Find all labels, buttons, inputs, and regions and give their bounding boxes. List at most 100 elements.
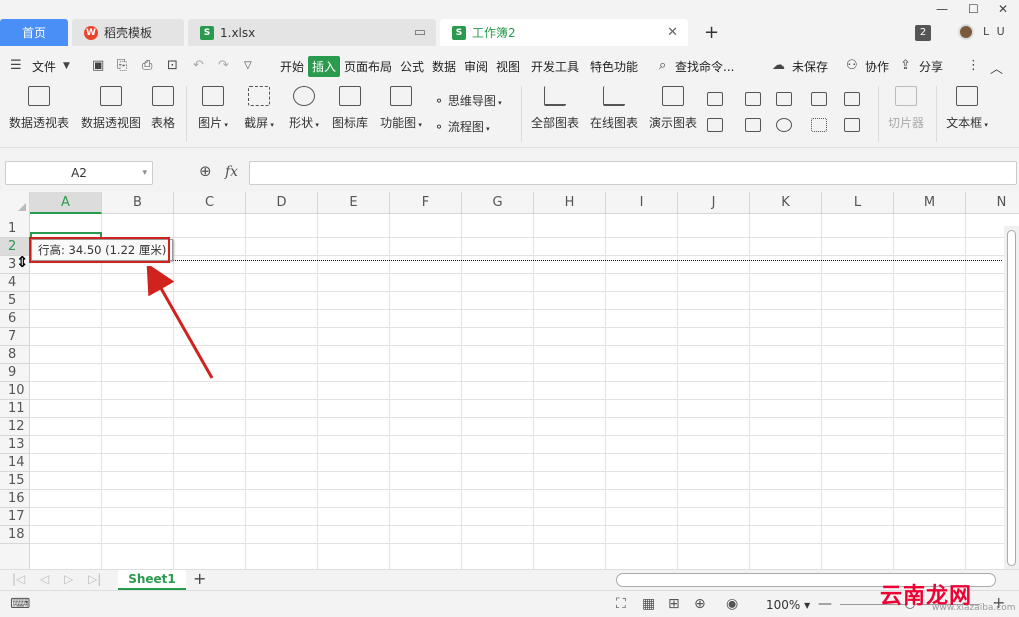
redo-icon[interactable]: ↷ (218, 58, 229, 73)
row-header[interactable]: 8 (0, 346, 30, 364)
scrollbar-thumb[interactable] (1007, 230, 1016, 566)
column-header[interactable]: M (894, 192, 966, 214)
user-name[interactable]: L U (983, 25, 1007, 38)
menu-review[interactable]: 审阅 (464, 58, 488, 75)
scatter-chart-icon[interactable] (811, 118, 827, 132)
menu-insert[interactable]: 插入 (308, 56, 341, 77)
stock-chart-icon[interactable] (707, 118, 723, 132)
eye-protection-icon[interactable]: ◉ (726, 596, 738, 612)
menu-developer[interactable]: 开发工具 (531, 58, 579, 75)
row-header[interactable]: 7 (0, 328, 30, 346)
row-header[interactable]: 17 (0, 508, 30, 526)
column-header[interactable]: H (534, 192, 606, 214)
other-chart-icon[interactable] (844, 118, 860, 132)
zoom-out-icon[interactable]: — (818, 596, 832, 612)
menu-data[interactable]: 数据 (432, 58, 456, 75)
new-tab-button[interactable]: + (704, 22, 719, 43)
zoom-lookup-icon[interactable]: ⊕ (199, 162, 212, 180)
fullscreen-icon[interactable]: ⛶ (616, 596, 626, 612)
screenshot-button[interactable]: 截屏 ▾ (239, 86, 279, 131)
shape-button[interactable]: 形状 ▾ (284, 86, 324, 131)
menu-file[interactable]: 文件 (32, 58, 56, 75)
column-chart-icon[interactable] (707, 92, 723, 106)
menu-view[interactable]: 视图 (496, 58, 520, 75)
last-sheet-icon[interactable]: ▷| (88, 572, 101, 586)
row-header[interactable]: 13 (0, 436, 30, 454)
formula-input[interactable] (249, 161, 1017, 185)
row-header[interactable]: 4 (0, 274, 30, 292)
pivot-table-button[interactable]: 数据透视表 (6, 86, 72, 131)
print-icon[interactable]: ⎙ (142, 58, 152, 73)
chevron-down-icon[interactable]: ▼ (63, 61, 70, 71)
quick-access-dropdown-icon[interactable]: ▽ (244, 60, 252, 71)
row-header[interactable]: 18 (0, 526, 30, 544)
format-painter-icon[interactable]: ⎘ (117, 58, 127, 73)
column-header[interactable]: F (390, 192, 462, 214)
maximize-icon[interactable]: ☐ (968, 2, 979, 16)
slicer-button[interactable]: 切片器 (884, 86, 928, 131)
command-search[interactable]: 查找命令... (675, 58, 734, 75)
normal-view-icon[interactable]: ▦ (642, 596, 655, 612)
picture-button[interactable]: 图片 ▾ (193, 86, 233, 131)
collapse-ribbon-icon[interactable]: ︿ (990, 58, 1003, 77)
column-header[interactable]: L (822, 192, 894, 214)
undo-icon[interactable]: ↶ (193, 58, 204, 73)
monitor-icon[interactable]: ▭ (414, 25, 426, 40)
menu-page-layout[interactable]: 页面布局 (344, 58, 392, 75)
row-header[interactable]: 14 (0, 454, 30, 472)
line-chart-icon[interactable] (776, 92, 792, 106)
column-header[interactable]: J (678, 192, 750, 214)
icon-library-button[interactable]: 图标库 (330, 86, 370, 131)
radar-chart-icon[interactable] (811, 92, 827, 106)
row-header[interactable]: 11 (0, 400, 30, 418)
select-all-corner[interactable] (0, 192, 30, 214)
all-charts-button[interactable]: 全部图表 (530, 86, 580, 131)
row-header[interactable]: 6 (0, 310, 30, 328)
column-header[interactable]: G (462, 192, 534, 214)
textbox-button[interactable]: 文本框 ▾ (942, 86, 992, 131)
unsaved-status[interactable]: 未保存 (792, 58, 828, 75)
add-sheet-button[interactable]: + (193, 569, 206, 588)
chevron-down-icon[interactable]: ▾ (142, 162, 147, 184)
macro-icon[interactable]: ⌨ (10, 596, 30, 612)
spreadsheet-grid[interactable]: ABCDEFGHIJKLMN 1 2 3 4 5 6 7 8 9 10 11 12 13 14 15 16 17… (0, 192, 1019, 569)
column-header[interactable]: C (174, 192, 246, 214)
menu-formula[interactable]: 公式 (400, 58, 424, 75)
row-header[interactable]: 12 (0, 418, 30, 436)
prev-sheet-icon[interactable]: ◁ (40, 572, 49, 586)
close-window-icon[interactable]: ✕ (998, 2, 1008, 16)
row-header[interactable]: 1 (0, 214, 30, 238)
row-header[interactable]: 5 (0, 292, 30, 310)
reading-mode-icon[interactable]: ⊕ (694, 596, 706, 612)
tab-file1[interactable]: S 1.xlsx ▭ (188, 19, 436, 46)
page-break-icon[interactable]: ⊞ (668, 596, 680, 612)
print-preview-icon[interactable]: ⊡ (167, 58, 178, 73)
search-icon[interactable]: ⌕ (659, 58, 666, 73)
combo-chart-icon[interactable] (745, 118, 761, 132)
tab-home[interactable]: 首页 (0, 19, 68, 46)
flowchart-button[interactable]: ⚬ 流程图 ▾ (434, 118, 490, 135)
online-chart-button[interactable]: 在线图表 (589, 86, 639, 131)
row-header[interactable]: 16 (0, 490, 30, 508)
column-header[interactable]: A (30, 192, 102, 214)
share-button[interactable]: 分享 (919, 58, 943, 75)
zoom-level[interactable]: 100% ▾ (766, 598, 810, 612)
menu-start[interactable]: 开始 (280, 58, 304, 75)
tab-workbook[interactable]: S 工作簿2 ✕ (440, 19, 688, 46)
more-icon[interactable]: ⋮ (967, 58, 980, 73)
demo-chart-button[interactable]: 演示图表 (648, 86, 698, 131)
menu-special[interactable]: 特色功能 (590, 58, 638, 75)
save-icon[interactable]: ▣ (92, 58, 104, 73)
column-header[interactable]: D (246, 192, 318, 214)
function-chart-button[interactable]: 功能图 ▾ (377, 86, 425, 131)
row-header[interactable]: 15 (0, 472, 30, 490)
column-header[interactable]: I (606, 192, 678, 214)
vertical-scrollbar[interactable] (1004, 226, 1019, 569)
column-header[interactable]: K (750, 192, 822, 214)
sheet-tab-sheet1[interactable]: Sheet1 (118, 570, 186, 590)
hamburger-icon[interactable]: ☰ (10, 58, 22, 73)
row-header[interactable]: 9 (0, 364, 30, 382)
fx-icon[interactable]: fx (225, 164, 238, 180)
collab-button[interactable]: 协作 (865, 58, 889, 75)
avatar[interactable] (958, 24, 974, 40)
